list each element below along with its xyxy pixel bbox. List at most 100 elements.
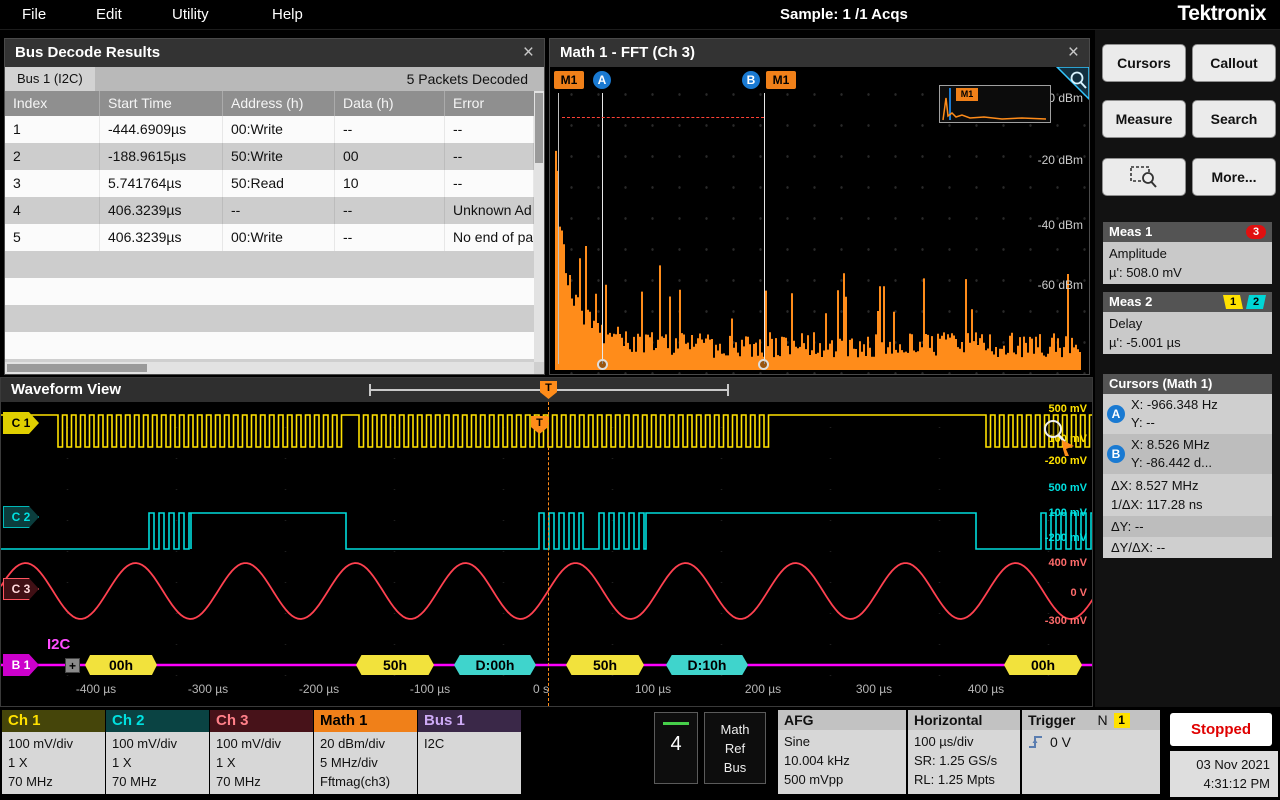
close-icon[interactable]: × [523, 42, 534, 64]
bus-packet-badge[interactable]: 50h [356, 655, 434, 675]
cursors-button[interactable]: Cursors [1102, 44, 1186, 82]
ch1-bandwidth: 70 MHz [8, 772, 99, 791]
zoom-corner-icon[interactable] [1055, 67, 1089, 101]
afg-waveform-type: Sine [784, 732, 900, 751]
ref-label: Ref [705, 739, 765, 758]
table-row[interactable]: 1 -444.6909µs 00:Write -- -- [5, 116, 534, 143]
bus-expand-button[interactable]: + [65, 658, 80, 673]
waveform-plot-area[interactable]: T C 1 C 2 C 3 B 1 I2C + 00h 50h D:00h 50… [1, 402, 1092, 706]
trigger-source-badge: 1 [1114, 713, 1130, 728]
cursor-a-line[interactable] [602, 93, 603, 364]
bus-window-titlebar[interactable]: Bus Decode Results × [5, 39, 544, 67]
bus-packet-badge[interactable]: 50h [566, 655, 644, 675]
bus-packet-badge[interactable]: D:10h [666, 655, 748, 675]
search-button[interactable]: Search [1192, 100, 1276, 138]
scale-label-ch2: 500 mV [1017, 482, 1087, 494]
cell: -- [445, 170, 534, 197]
meas2-panel[interactable]: Meas 2 1 2 Delay µ': -5.001 µs [1103, 292, 1272, 354]
column-header[interactable]: Error [445, 91, 534, 116]
waveform-traces [1, 402, 1092, 706]
cursors-panel[interactable]: Cursors (Math 1) A X: -966.348 Hz Y: -- … [1103, 374, 1272, 558]
math1-badge[interactable]: Math 1 20 dBm/div 5 MHz/div Fftmag(ch3) [314, 710, 417, 794]
horizontal-badge[interactable]: Horizontal 100 µs/div SR: 1.25 GS/s RL: … [908, 710, 1020, 794]
scrollbar-thumb[interactable] [535, 93, 543, 163]
cursor-b-badge[interactable]: B [742, 71, 760, 89]
meas1-panel[interactable]: Meas 1 3 Amplitude µ': 508.0 mV [1103, 222, 1272, 284]
cursor-a-handle[interactable] [597, 359, 608, 370]
close-icon[interactable]: × [1068, 42, 1079, 64]
menu-help[interactable]: Help [272, 0, 303, 30]
tab-bus1-i2c[interactable]: Bus 1 (I2C) [5, 67, 95, 91]
display-count: 4 [655, 733, 697, 756]
more-button[interactable]: More... [1192, 158, 1276, 196]
cell: 3 [5, 170, 100, 197]
bus-protocol-label: I2C [47, 636, 70, 653]
trigger-position-line[interactable] [548, 402, 549, 706]
math-label: Math [705, 720, 765, 739]
fft-overview-thumbnail[interactable]: M1 [939, 85, 1051, 123]
column-header[interactable]: Address (h) [223, 91, 335, 116]
cell: -- [335, 116, 445, 143]
ch1-badge[interactable]: Ch 1 100 mV/div 1 X 70 MHz [2, 710, 105, 794]
menu-utility[interactable]: Utility [172, 0, 209, 30]
date-text: 03 Nov 2021 [1178, 755, 1270, 774]
column-header[interactable]: Start Time [100, 91, 223, 116]
column-header[interactable]: Data (h) [335, 91, 445, 116]
bus-packet-badge[interactable]: D:00h [454, 655, 536, 675]
acquisition-status: Sample: 1 /1 Acqs [780, 0, 908, 30]
table-row[interactable]: 5 406.3239µs 00:Write -- No end of pa [5, 224, 534, 251]
vertical-scrollbar[interactable] [534, 91, 544, 362]
math-window-titlebar[interactable]: Math 1 - FFT (Ch 3) × [550, 39, 1089, 67]
scale-label-ch3: 400 mV [1017, 557, 1087, 569]
ch2-atten: 1 X [112, 753, 203, 772]
pan-track-left-cap[interactable] [369, 384, 371, 396]
callout-button[interactable]: Callout [1192, 44, 1276, 82]
menu-file[interactable]: File [22, 0, 46, 30]
bus-packet-badge[interactable]: 00h [1004, 655, 1082, 675]
x-axis-label: -400 µs [61, 682, 131, 696]
run-stop-status-button[interactable]: Stopped [1170, 713, 1272, 746]
cursor-b-line[interactable] [764, 93, 765, 364]
cursor-a-badge[interactable]: A [593, 71, 611, 89]
x-axis-label: 0 s [506, 682, 576, 696]
fft-plot-area[interactable]: M1 A B M1 0 dBm -20 dBm -40 dBm -60 dBm … [550, 67, 1089, 374]
table-row[interactable]: 4 406.3239µs -- -- Unknown Ad [5, 197, 534, 224]
zoom-cursor-icon[interactable] [1038, 416, 1078, 456]
add-math-ref-bus-button[interactable]: Math Ref Bus [704, 712, 766, 784]
scrollbar-thumb[interactable] [7, 364, 147, 372]
cursor-a-y: Y: -- [1131, 414, 1218, 432]
cursor-dydx: ΔY/ΔX: -- [1103, 537, 1272, 558]
scale-label-ch2: -200 mV [1017, 532, 1087, 544]
cursor-a-badge: A [1107, 405, 1125, 423]
zoom-mode-button[interactable] [1102, 158, 1186, 196]
cell: 406.3239µs [100, 197, 223, 224]
bus1-label: Bus 1 [418, 710, 521, 732]
display-config-button[interactable]: 4 [654, 712, 698, 784]
cursor-dx: ΔX: 8.527 MHz [1111, 476, 1264, 495]
trigger-badge[interactable]: Trigger N 1 0 V [1022, 710, 1160, 794]
ch3-scale: 100 mV/div [216, 734, 307, 753]
math1-source-badge[interactable]: M1 [766, 71, 796, 89]
measure-button[interactable]: Measure [1102, 100, 1186, 138]
waveform-view-title: Waveform View [11, 378, 121, 402]
horizontal-scrollbar[interactable] [5, 362, 534, 374]
afg-amplitude: 500 mVpp [784, 770, 900, 789]
math1-source-badge[interactable]: M1 [554, 71, 584, 89]
ch2-badge[interactable]: Ch 2 100 mV/div 1 X 70 MHz [106, 710, 209, 794]
cell: Unknown Ad [445, 197, 534, 224]
column-header[interactable]: Index [5, 91, 100, 116]
afg-badge[interactable]: AFG Sine 10.004 kHz 500 mVpp [778, 710, 906, 794]
x-axis-label: 100 µs [618, 682, 688, 696]
bus-packet-badge[interactable]: 00h [85, 655, 157, 675]
table-row[interactable]: 3 5.741764µs 50:Read 10 -- [5, 170, 534, 197]
pan-track-right-cap[interactable] [727, 384, 729, 396]
cell: 5 [5, 224, 100, 251]
cell: 00:Write [223, 116, 335, 143]
ch3-badge[interactable]: Ch 3 100 mV/div 1 X 70 MHz [210, 710, 313, 794]
ch2-label: Ch 2 [106, 710, 209, 732]
table-row[interactable]: 2 -188.9615µs 50:Write 00 -- [5, 143, 534, 170]
tektronix-logo: Tektronix [1178, 2, 1266, 26]
cursor-b-handle[interactable] [758, 359, 769, 370]
menu-edit[interactable]: Edit [96, 0, 122, 30]
bus1-badge[interactable]: Bus 1 I2C [418, 710, 521, 794]
